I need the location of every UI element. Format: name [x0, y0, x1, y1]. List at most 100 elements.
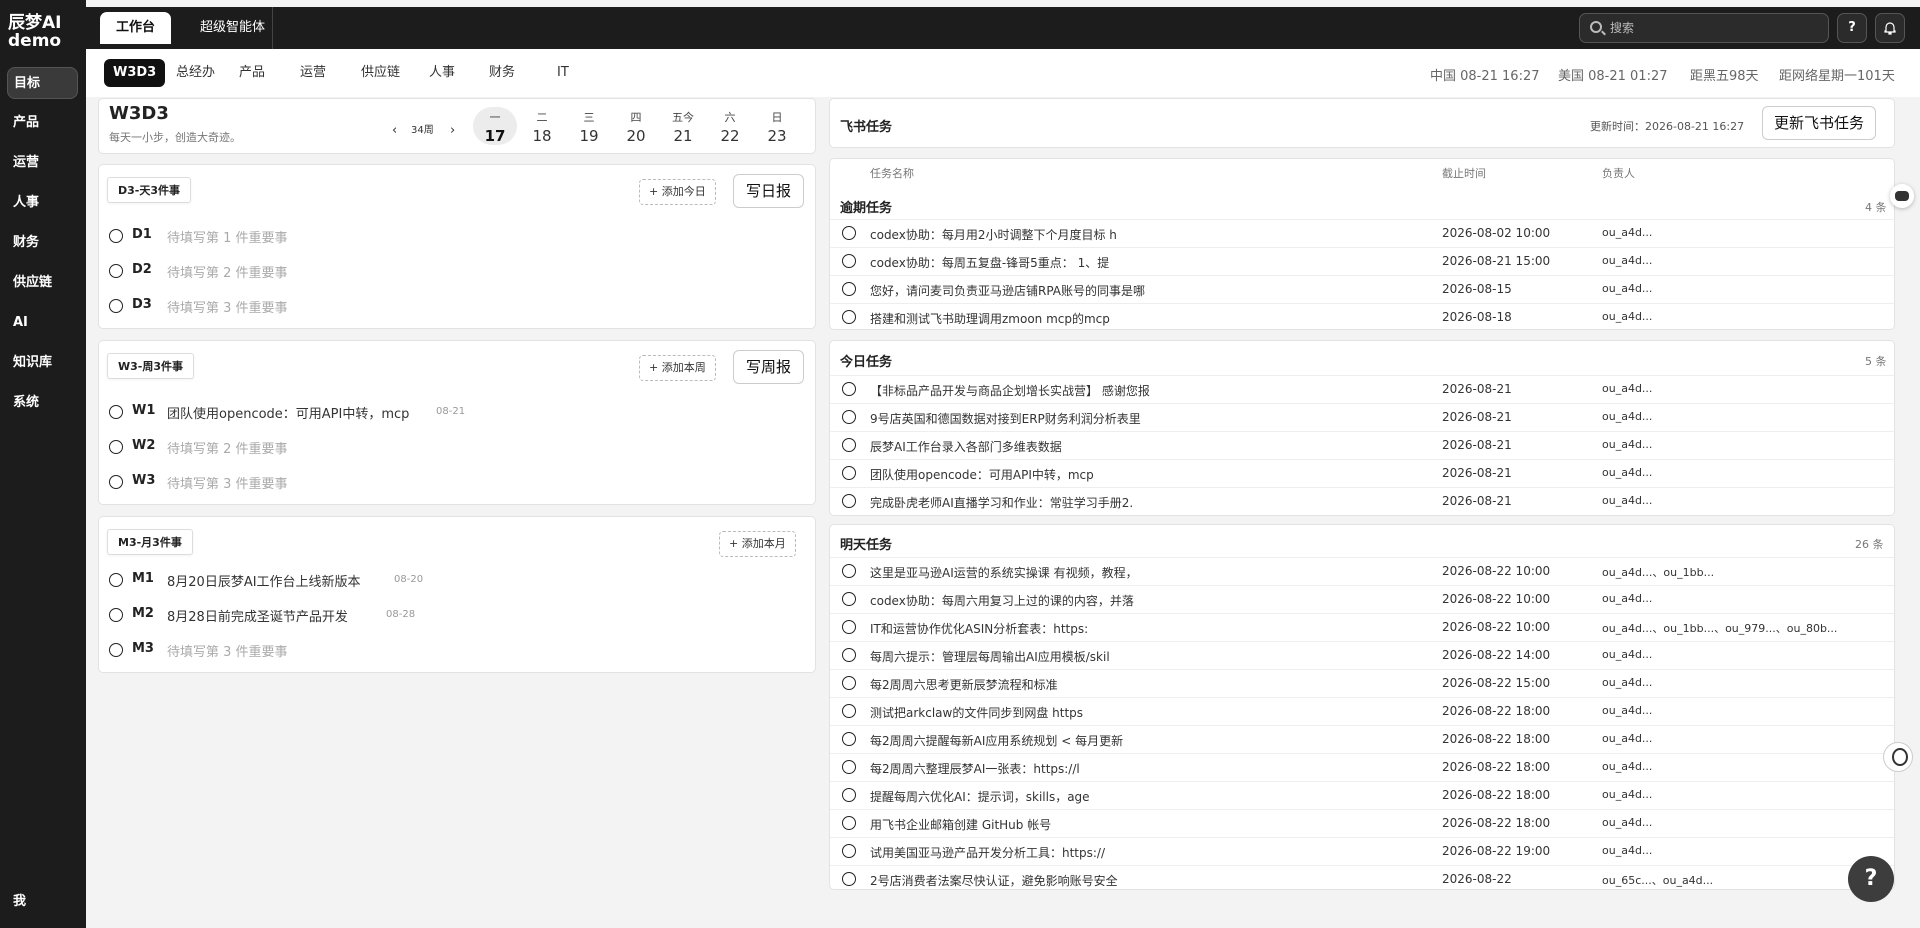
sidebar-item-product[interactable]: 产品	[7, 107, 78, 139]
task-row[interactable]: 测试把arkclaw的文件同步到网盘 https 2026-08-22 18:00…	[830, 697, 1894, 725]
day-sun[interactable]: 日 23	[755, 107, 799, 145]
task-checkbox[interactable]	[842, 732, 856, 746]
sidebar-item-finance[interactable]: 财务	[7, 227, 78, 259]
task-row[interactable]: 完成卧虎老师AI直播学习和作业：常驻学习手册2. 2026-08-21 ou_a4d…	[830, 487, 1896, 515]
task-row[interactable]: 9号店英国和德国数据对接到ERP财务利润分析表里 2026-08-21 ou_a4d…	[830, 403, 1896, 431]
day-fri[interactable]: 五今 21	[661, 107, 705, 145]
task-checkbox[interactable]	[842, 676, 856, 690]
sidebar-item-operations[interactable]: 运营	[7, 147, 78, 179]
day-tue[interactable]: 二 18	[520, 107, 564, 145]
write-daily-report-button[interactable]: 写日报	[733, 174, 805, 208]
checkbox[interactable]	[109, 573, 123, 587]
task-row[interactable]: 提醒每周六优化AI：提示词，skills，age 2026-08-22 18:00…	[830, 781, 1894, 809]
subtab-hr[interactable]: 人事	[420, 59, 464, 87]
next-week-button[interactable]: ›	[450, 123, 455, 138]
task-row[interactable]: 每2周周六提醒每新AI应用系统规划 < 每月更新 2026-08-22 18:00…	[830, 725, 1894, 753]
sidebar-item-knowledge[interactable]: 知识库	[7, 347, 78, 379]
help-button[interactable]: ?	[1837, 13, 1867, 43]
task-row[interactable]: 2号店消费者法案尽快认证，避免影响账号安全 2026-08-22 ou_65c...…	[830, 865, 1894, 889]
task-row[interactable]: 每2周周六整理辰梦AI一张表：https://l 2026-08-22 18:00…	[830, 753, 1894, 781]
checkbox[interactable]	[109, 440, 123, 454]
subtab-product[interactable]: 产品	[230, 59, 274, 87]
robot-icon[interactable]	[1890, 184, 1914, 208]
task-row[interactable]: codex协助：每周六用复习上过的课的内容，并落 2026-08-22 10:00…	[830, 585, 1894, 613]
task-checkbox[interactable]	[842, 494, 856, 508]
checkbox[interactable]	[109, 608, 123, 622]
add-week-button[interactable]: + 添加本周	[639, 355, 716, 381]
task-row[interactable]: IT和运营协作优化ASIN分析套表：https: 2026-08-22 10:00…	[830, 613, 1894, 641]
sidebar-item-supply-chain[interactable]: 供应链	[7, 267, 78, 299]
help-fab-button[interactable]: ?	[1848, 856, 1894, 902]
add-month-button[interactable]: + 添加本月	[719, 531, 796, 557]
subtab-operations[interactable]: 运营	[291, 59, 335, 87]
day-mon[interactable]: 一 17	[473, 107, 517, 145]
task-checkbox[interactable]	[842, 438, 856, 452]
task-checkbox[interactable]	[842, 254, 856, 268]
task-checkbox[interactable]	[842, 382, 856, 396]
task-row[interactable]: 这里是亚马逊AI运营的系统实操课 有视频，教程， 2026-08-22 10:00…	[830, 557, 1894, 585]
task-row[interactable]: 辰梦AI工作台录入各部门多维表数据 2026-08-21 ou_a4d...	[830, 431, 1896, 459]
assistant-avatar-icon[interactable]	[1883, 742, 1913, 772]
task-checkbox[interactable]	[842, 760, 856, 774]
task-row[interactable]: codex协助：每周五复盘-锋哥5重点： 1、提 2026-08-21 15:00…	[830, 247, 1896, 275]
prev-week-button[interactable]: ‹	[392, 123, 397, 138]
task-checkbox[interactable]	[842, 844, 856, 858]
sidebar-item-system[interactable]: 系统	[7, 387, 78, 419]
day-wed[interactable]: 三 19	[567, 107, 611, 145]
task-checkbox[interactable]	[842, 816, 856, 830]
task-row[interactable]: 每2周周六思考更新辰梦流程和标准 2026-08-22 15:00 ou_a4d..…	[830, 669, 1894, 697]
checkbox[interactable]	[109, 643, 123, 657]
task-name: 团队使用opencode：可用API中转，mcp	[870, 468, 1094, 482]
subtab-gm-office[interactable]: 总经办	[167, 59, 224, 87]
task-checkbox[interactable]	[842, 564, 856, 578]
task-checkbox[interactable]	[842, 466, 856, 480]
task-name: codex协助：每周五复盘-锋哥5重点： 1、提	[870, 256, 1110, 270]
checkbox[interactable]	[109, 264, 123, 278]
write-weekly-report-button[interactable]: 写周报	[733, 350, 805, 384]
search-box[interactable]	[1579, 13, 1829, 43]
checkbox[interactable]	[109, 405, 123, 419]
task-checkbox[interactable]	[842, 410, 856, 424]
task-row[interactable]: codex协助：每月用2小时调整下个月度目标 h 2026-08-02 10:00…	[830, 219, 1896, 247]
checkbox[interactable]	[109, 475, 123, 489]
tab-super-agent[interactable]: 超级智能体	[184, 12, 281, 44]
user-menu[interactable]: 我	[13, 890, 26, 909]
add-today-button[interactable]: + 添加今日	[639, 179, 716, 205]
checkbox[interactable]	[109, 299, 123, 313]
task-checkbox[interactable]	[842, 788, 856, 802]
task-checkbox[interactable]	[842, 282, 856, 296]
task-checkbox[interactable]	[842, 226, 856, 240]
sidebar-item-ai[interactable]: AI	[7, 307, 78, 339]
task-name: 每2周周六提醒每新AI应用系统规划 < 每月更新	[870, 734, 1124, 748]
task-checkbox[interactable]	[842, 648, 856, 662]
sidebar-item-goals[interactable]: 目标	[7, 67, 78, 99]
task-row[interactable]: 【非标品产品开发与商品企划增长实战营】 感谢您报 2026-08-21 ou_a4d…	[830, 375, 1896, 403]
task-checkbox[interactable]	[842, 704, 856, 718]
subtab-it[interactable]: IT	[548, 59, 578, 87]
task-checkbox[interactable]	[842, 620, 856, 634]
task-row[interactable]: 用飞书企业邮箱创建 GitHub 帐号 2026-08-22 18:00 ou_a4…	[830, 809, 1894, 837]
update-time: 更新时间：2026-08-21 16:27	[1590, 120, 1745, 133]
subtab-finance[interactable]: 财务	[480, 59, 524, 87]
task-checkbox[interactable]	[842, 872, 856, 886]
task-checkbox[interactable]	[842, 592, 856, 606]
notification-button[interactable]	[1875, 13, 1905, 43]
tab-workbench[interactable]: 工作台	[100, 12, 172, 44]
day-thu[interactable]: 四 20	[614, 107, 658, 145]
task-due: 2026-08-22 14:00	[1442, 648, 1551, 662]
task-row[interactable]: 团队使用opencode：可用API中转，mcp 2026-08-21 ou_a4d…	[830, 459, 1896, 487]
sidebar-item-hr[interactable]: 人事	[7, 187, 78, 219]
task-checkbox[interactable]	[842, 310, 856, 324]
subtab-supply-chain[interactable]: 供应链	[352, 59, 409, 87]
task-row[interactable]: 每周六提示：管理层每周输出AI应用模板/skil 2026-08-22 14:00…	[830, 641, 1894, 669]
task-owner: ou_a4d...	[1602, 704, 1653, 717]
day-sat[interactable]: 六 22	[708, 107, 752, 145]
refresh-feishu-button[interactable]: 更新飞书任务	[1762, 106, 1877, 140]
subtab-w3d3[interactable]: W3D3	[104, 59, 166, 87]
task-row[interactable]: 您好，请问麦司负责亚马逊店铺RPA账号的同事是哪 2026-08-15 ou_a4d…	[830, 275, 1896, 303]
search-input[interactable]	[1610, 19, 1810, 37]
task-owner: ou_a4d...	[1602, 844, 1653, 857]
checkbox[interactable]	[109, 229, 123, 243]
task-row[interactable]: 试用美国亚马逊产品开发分析工具：https:// 2026-08-22 19:00…	[830, 837, 1894, 865]
task-row[interactable]: 搭建和测试飞书助理调用zmoon mcp的mcp 2026-08-18 ou_a4d…	[830, 303, 1896, 331]
